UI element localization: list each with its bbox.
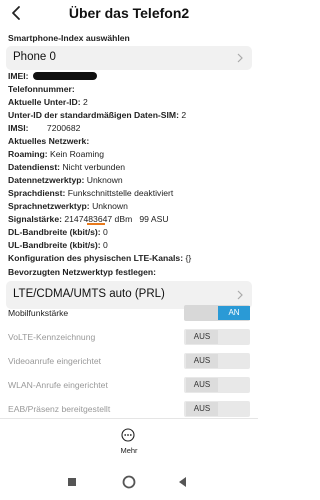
toggle-state: AUS [186, 330, 218, 344]
navigation-bar [68, 475, 186, 489]
switch-row-wifi-calling: WLAN-Anrufe eingerichtet AUS [0, 375, 258, 396]
network-label: Aktuelles Netzwerk: [8, 136, 90, 146]
more-label: Mehr [120, 446, 138, 455]
dl-line: DL-Bandbreite (kbit/s): 0 [8, 227, 108, 237]
data-net-type-value: Unknown [86, 175, 123, 185]
preferred-network-value: LTE/CDMA/UMTS auto (PRL) [13, 288, 165, 300]
more-icon [121, 428, 135, 442]
default-sim-line: Unter-ID der standardmäßigen Daten-SIM: … [8, 110, 186, 120]
dl-label: DL-Bandbreite (kbit/s): [8, 227, 101, 237]
data-net-type-label: Datennetzwerktyp: [8, 175, 85, 185]
dl-value: 0 [103, 227, 108, 237]
data-service-line: Datendienst: Nicht verbunden [8, 162, 125, 172]
signal-value: 2147483647 dBm 99 ASU [64, 214, 169, 224]
roaming-value: Kein Roaming [50, 149, 104, 159]
imei-label: IMEI: [8, 71, 29, 81]
chevron-right-icon [237, 53, 243, 63]
recents-icon[interactable] [68, 478, 76, 486]
switch-label: WLAN-Anrufe eingerichtet [8, 380, 108, 390]
ul-value: 0 [103, 240, 108, 250]
video-calls-toggle[interactable]: AUS [184, 353, 250, 369]
lte-config-label: Konfiguration des physischen LTE-Kanals: [8, 253, 184, 263]
sub-id-label: Aktuelle Unter-ID: [8, 97, 81, 107]
imsi-label: IMSI: [8, 123, 29, 133]
voice-net-type-label: Sprachnetzwerktyp: [8, 201, 90, 211]
default-sim-label: Unter-ID der standardmäßigen Daten-SIM: [8, 110, 179, 120]
signal-label: Signalstärke: [8, 214, 62, 224]
chevron-right-icon [237, 290, 243, 300]
eab-toggle[interactable]: AUS [184, 401, 250, 417]
network-line: Aktuelles Netzwerk: [8, 136, 89, 146]
voice-service-line: Sprachdienst: Funkschnittstelle deaktivi… [8, 188, 173, 198]
switch-label: Videoanrufe eingerichtet [8, 356, 102, 366]
voice-net-type-line: Sprachnetzwerktyp: Unknown [8, 201, 128, 211]
signal-underline [87, 223, 105, 225]
switch-row-volte: VoLTE-Kennzeichnung AUS [0, 327, 258, 348]
imsi-line: IMSI: 7200682 [8, 123, 80, 133]
ul-line: UL-Bandbreite (kbit/s): 0 [8, 240, 108, 250]
voice-service-value: Funkschnittstelle deaktiviert [67, 188, 174, 198]
voice-service-label: Sprachdienst: [8, 188, 66, 198]
roaming-label: Roaming: [8, 149, 48, 159]
lte-config-value: {} [185, 253, 192, 263]
ul-label: UL-Bandbreite (kbit/s): [8, 240, 101, 250]
data-net-type-line: Datennetzwerktyp: Unknown [8, 175, 123, 185]
wifi-calling-toggle[interactable]: AUS [184, 377, 250, 393]
more-button[interactable]: Mehr [109, 428, 149, 460]
volte-toggle[interactable]: AUS [184, 329, 250, 345]
lte-config-line: Konfiguration des physischen LTE-Kanals:… [8, 253, 191, 263]
toggle-state: AUS [186, 354, 218, 368]
phone-index-label: Smartphone-Index auswählen [8, 33, 130, 43]
data-service-value: Nicht verbunden [62, 162, 126, 172]
imsi-value: 7200682 [46, 123, 81, 133]
imei-line: IMEI: [8, 71, 97, 81]
toggle-state: AN [218, 306, 250, 320]
phone-index-value: Phone 0 [13, 51, 56, 63]
sub-id-line: Aktuelle Unter-ID: 2 [8, 97, 88, 107]
toggle-state: AUS [186, 402, 218, 416]
data-service-label: Datendienst: [8, 162, 61, 172]
default-sim-value: 2 [181, 110, 187, 120]
phone-number-line: Telefonnummer: [8, 84, 75, 94]
switch-label: EAB/Präsenz bereitgestellt [8, 404, 111, 414]
switch-row-video-calls: Videoanrufe eingerichtet AUS [0, 351, 258, 372]
switch-row-eab: EAB/Präsenz bereitgestellt AUS [0, 399, 258, 420]
footer-divider [0, 418, 258, 419]
page-title: Über das Telefon2 [68, 5, 190, 21]
toggle-state: AUS [186, 378, 218, 392]
switch-row-mobile-radio: Mobilfunkstärke AN [0, 303, 258, 324]
switch-label: Mobilfunkstärke [8, 308, 69, 318]
home-icon[interactable] [122, 475, 136, 489]
phone-number-label: Telefonnummer: [8, 84, 75, 94]
back-nav-icon[interactable] [179, 477, 186, 487]
preferred-network-label: Bevorzugten Netzwerktyp festlegen: [8, 267, 157, 277]
switch-label: VoLTE-Kennzeichnung [8, 332, 96, 342]
voice-net-type-value: Unknown [92, 201, 128, 211]
sub-id-value: 2 [82, 97, 88, 107]
phone-index-dropdown[interactable]: Phone 0 [6, 46, 252, 70]
roaming-line: Roaming: Kein Roaming [8, 149, 104, 159]
imei-redaction [32, 72, 97, 80]
mobile-radio-toggle[interactable]: AN [184, 305, 250, 321]
